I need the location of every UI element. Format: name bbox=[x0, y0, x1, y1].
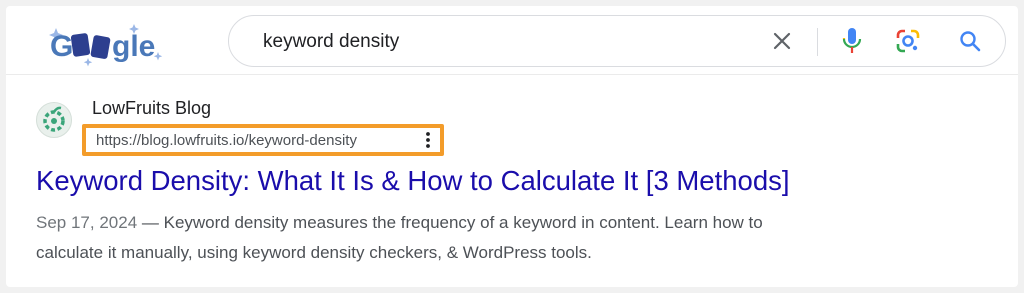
snippet-separator: — bbox=[137, 213, 164, 232]
result-title-link[interactable]: Keyword Density: What It Is & How to Cal… bbox=[36, 165, 790, 197]
more-options-icon[interactable] bbox=[424, 131, 432, 149]
snippet-line-1: Keyword density measures the frequency o… bbox=[163, 213, 763, 232]
search-results-page: G gle keyword density LowFruits Blog htt… bbox=[6, 6, 1018, 287]
result-url[interactable]: https://blog.lowfruits.io/keyword-densit… bbox=[96, 132, 357, 149]
google-lens-icon[interactable] bbox=[893, 26, 923, 56]
header-divider bbox=[6, 74, 1018, 75]
snippet-line-2: calculate it manually, using keyword den… bbox=[36, 243, 592, 262]
site-name[interactable]: LowFruits Blog bbox=[92, 98, 211, 119]
svg-text:gle: gle bbox=[112, 30, 155, 63]
search-icon[interactable] bbox=[955, 26, 985, 56]
close-icon[interactable] bbox=[767, 26, 797, 56]
search-bar[interactable]: keyword density bbox=[228, 15, 1006, 67]
google-logo-graphic: G gle bbox=[49, 24, 163, 67]
microphone-icon[interactable] bbox=[837, 26, 867, 56]
search-input[interactable]: keyword density bbox=[263, 31, 399, 53]
lowfruits-logo-icon bbox=[43, 106, 65, 132]
svg-text:G: G bbox=[50, 30, 73, 63]
site-favicon[interactable] bbox=[36, 102, 72, 138]
result-date: Sep 17, 2024 bbox=[36, 213, 138, 232]
search-divider bbox=[817, 28, 818, 56]
google-logo[interactable]: G gle bbox=[46, 22, 170, 68]
result-snippet: Sep 17, 2024 — Keyword density measures … bbox=[36, 208, 936, 268]
url-highlight-box: https://blog.lowfruits.io/keyword-densit… bbox=[82, 124, 444, 156]
